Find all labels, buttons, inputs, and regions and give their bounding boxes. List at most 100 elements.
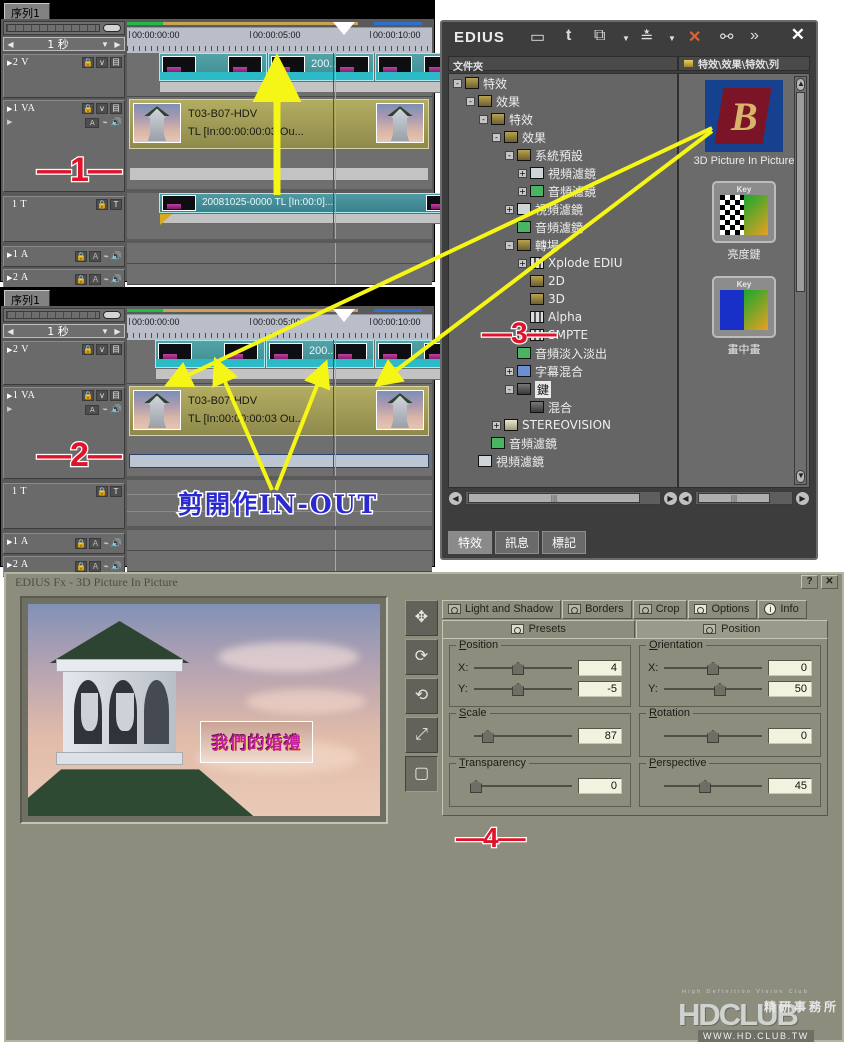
video-track-1va-top[interactable]: T03-B07-HDV TL [In:00:00:00:03 Ou... xyxy=(127,97,432,189)
display-icon[interactable]: 目 xyxy=(110,344,122,355)
slider-knob[interactable] xyxy=(707,730,719,743)
collapse-icon[interactable]: - xyxy=(466,96,475,106)
audio-track-1a-bottom[interactable] xyxy=(127,530,432,551)
track-toggles-2a[interactable]: 🔒 A ⌁ 🔊 xyxy=(75,274,122,285)
video-track-2v-bottom[interactable]: 200... xyxy=(127,340,463,384)
track-toggles-1va[interactable]: 🔒 v 目 xyxy=(82,103,122,114)
fx-dialog-titlebar[interactable]: EDIUS Fx - 3D Picture In Picture ? ✕ xyxy=(6,574,842,591)
title-icon[interactable]: T xyxy=(110,199,122,210)
more-icon[interactable]: » xyxy=(750,27,759,45)
slider-row-0[interactable]: X: 0 xyxy=(648,660,812,676)
expand-track-icon[interactable]: ▶ xyxy=(7,405,12,413)
scroll-right-icon[interactable]: ▶ xyxy=(795,490,810,506)
display-icon[interactable]: 目 xyxy=(110,57,122,68)
expand-icon[interactable]: + xyxy=(505,366,514,376)
slider[interactable] xyxy=(664,730,762,743)
audio-toggle-icon[interactable]: A xyxy=(85,117,100,128)
zoom-knob[interactable] xyxy=(103,311,121,319)
tab-info[interactable]: i Info xyxy=(758,600,807,619)
tree-node-16[interactable]: + 字幕混合 xyxy=(449,362,677,380)
rename-icon[interactable]: t xyxy=(566,27,571,45)
expand-icon[interactable]: + xyxy=(492,420,501,430)
tree-hscrollbar[interactable]: ◀ ||| ▶ xyxy=(448,490,678,506)
timeline-zoom-slider-bottom[interactable] xyxy=(3,308,125,322)
waveform-icon[interactable]: ⌁ xyxy=(103,538,108,549)
zoom-knob[interactable] xyxy=(103,24,121,32)
tree-node-9[interactable]: - 轉場 xyxy=(449,236,677,254)
lock-icon[interactable]: 🔒 xyxy=(75,251,88,262)
tree-node-12[interactable]: 3D xyxy=(449,290,677,308)
speaker-icon[interactable]: 🔊 xyxy=(111,404,122,415)
fx-tabs-row-2[interactable]: Presets Position xyxy=(442,620,828,639)
track-header-1t-top[interactable]: 1 T 🔒 T xyxy=(3,196,125,242)
clip-main-video-top[interactable]: T03-B07-HDV TL [In:00:00:00:03 Ou... xyxy=(129,99,429,149)
track-toggles-1t[interactable]: 🔒 T xyxy=(96,486,122,497)
chevron-down-icon[interactable]: ▼ xyxy=(99,40,111,49)
clip-v-b[interactable]: 200... xyxy=(268,53,374,81)
tab-crop[interactable]: Crop xyxy=(632,600,688,619)
collapse-icon[interactable]: - xyxy=(492,132,501,142)
waveform-icon[interactable]: ⌁ xyxy=(102,404,107,415)
hscroll-thumb[interactable]: ||| xyxy=(468,493,640,503)
value-field[interactable]: 0 xyxy=(578,778,622,794)
slider-row-1[interactable]: Y: -5 xyxy=(458,681,622,697)
slider-row-0[interactable]: 0 xyxy=(458,778,622,794)
track-toggles-2v[interactable]: 🔒 v 目 xyxy=(82,344,122,355)
tree-node-21[interactable]: 視頻濾鏡 xyxy=(449,452,677,470)
fx-preview[interactable]: 我們的婚禮 xyxy=(20,596,388,824)
slider[interactable] xyxy=(474,662,572,675)
close-button[interactable]: ✕ xyxy=(821,575,838,589)
playhead-bottom[interactable] xyxy=(333,309,355,322)
slider-row-0[interactable]: X: 4 xyxy=(458,660,622,676)
audio-track-2a-top[interactable] xyxy=(127,264,432,285)
title-icon[interactable]: T xyxy=(110,486,122,497)
clip-v-a[interactable] xyxy=(159,53,267,81)
fx-tabs-row-1[interactable]: Light and Shadow Borders Crop Options i … xyxy=(442,600,828,619)
value-field[interactable]: 45 xyxy=(768,778,812,794)
slider-knob[interactable] xyxy=(512,662,525,675)
speaker-icon[interactable]: 🔊 xyxy=(111,251,122,262)
scale-prev-icon[interactable]: ◀ xyxy=(4,327,17,336)
preset-item-luminance-key[interactable]: Key 亮度鍵 xyxy=(679,181,809,262)
tree-node-8[interactable]: 音頻濾鏡 xyxy=(449,218,677,236)
timecode-ruler-bottom[interactable]: 00:00:00:00 00:00:05:00 00:00:10:00 xyxy=(127,309,432,340)
timeline-panel-top[interactable]: 序列1 ◀ 1 秒 ▼ ▶ ▶2 V 🔒 v 目 ▶1 VA 🔒 v 目 ▶ A… xyxy=(0,0,463,290)
video-track-1va-bottom[interactable]: T03-B07-HDV TL [In:00:00:00:03 Ou... xyxy=(127,384,432,476)
slider-knob[interactable] xyxy=(707,662,719,675)
link-icon[interactable]: ⚯ xyxy=(720,27,733,47)
track-toggles-1va[interactable]: 🔒 v 目 xyxy=(82,390,122,401)
slider[interactable] xyxy=(474,683,572,696)
speaker-icon[interactable]: 🔊 xyxy=(111,538,122,549)
lock-icon[interactable]: 🔒 xyxy=(96,486,108,497)
vscroll-thumb[interactable] xyxy=(796,92,805,292)
chevron-down-icon-2[interactable]: ▼ xyxy=(668,34,676,43)
video-toggle-icon[interactable]: v xyxy=(96,57,108,68)
audio-track-1a-top[interactable] xyxy=(127,243,432,264)
value-field[interactable]: 50 xyxy=(768,681,812,697)
audio-toggle-icon[interactable]: A xyxy=(89,274,102,285)
tree-node-20[interactable]: 音頻濾鏡 xyxy=(449,434,677,452)
tree-node-5[interactable]: + 視頻濾鏡 xyxy=(449,164,677,182)
track-header-2v-top[interactable]: ▶2 V 🔒 v 目 xyxy=(3,54,125,98)
video-toggle-icon[interactable]: v xyxy=(96,103,108,114)
slider-row-0[interactable]: 45 xyxy=(648,778,812,794)
help-button[interactable]: ? xyxy=(801,575,818,589)
tree-node-1[interactable]: - 效果 xyxy=(449,92,677,110)
clip-v-a[interactable] xyxy=(155,340,265,368)
lock-icon[interactable]: 🔒 xyxy=(82,390,94,401)
tab-position[interactable]: Position xyxy=(635,620,828,639)
copy-icon[interactable]: ⧉ xyxy=(594,27,605,45)
tree-node-3[interactable]: - 效果 xyxy=(449,128,677,146)
clip-audio-part-bottom[interactable] xyxy=(129,454,429,468)
value-field[interactable]: 87 xyxy=(578,728,622,744)
timeline-scale-selector-top[interactable]: ◀ 1 秒 ▼ ▶ xyxy=(3,37,125,51)
lock-icon[interactable]: 🔒 xyxy=(96,199,108,210)
tree-node-11[interactable]: 2D xyxy=(449,272,677,290)
slider-row-0[interactable]: 87 xyxy=(458,728,622,744)
close-icon[interactable]: ✕ xyxy=(791,25,805,45)
lock-icon[interactable]: 🔒 xyxy=(82,344,94,355)
slider[interactable] xyxy=(664,683,762,696)
move-tool-icon[interactable]: ✥ xyxy=(405,600,438,636)
slider[interactable] xyxy=(664,780,762,793)
value-field[interactable]: 0 xyxy=(768,660,812,676)
